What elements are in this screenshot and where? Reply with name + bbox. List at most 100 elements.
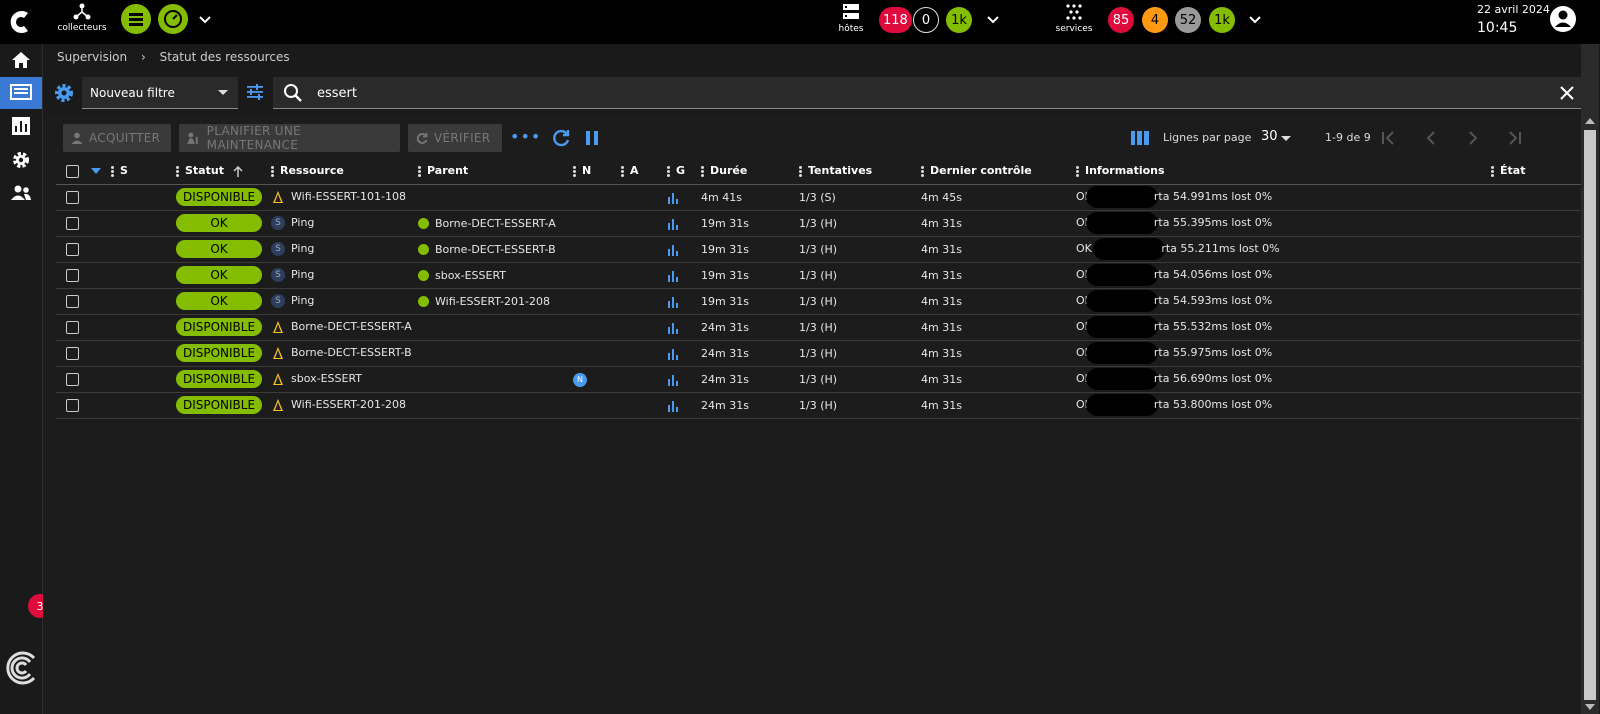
- resource-cell[interactable]: S Ping: [271, 262, 418, 289]
- notes-cell[interactable]: [573, 210, 621, 237]
- filter-settings-gear-icon[interactable]: [53, 82, 75, 104]
- graph-icon[interactable]: [667, 218, 679, 230]
- graph-icon[interactable]: [667, 296, 679, 308]
- search-input[interactable]: [317, 83, 1517, 103]
- breadcrumb-supervision[interactable]: Supervision: [57, 50, 127, 64]
- parent-cell[interactable]: [418, 314, 573, 341]
- sort-ascending-icon[interactable]: [233, 165, 243, 177]
- rows-per-page-select[interactable]: 30: [1261, 129, 1278, 144]
- graph-cell[interactable]: [667, 210, 701, 237]
- graph-icon[interactable]: [667, 244, 679, 256]
- column-header-state[interactable]: État: [1491, 158, 1584, 185]
- table-row[interactable]: DISPONIBLE Wifi-ESSERT-101-108 4m 41s 1/3 (…: [56, 184, 1584, 211]
- column-header-status[interactable]: Statut: [176, 158, 271, 185]
- column-header-last-check[interactable]: Dernier contrôle: [921, 158, 1076, 185]
- select-all-checkbox[interactable]: [66, 164, 79, 178]
- resource-cell[interactable]: Wifi-ESSERT-201-208: [271, 392, 418, 419]
- filter-select[interactable]: Nouveau filtre: [82, 77, 238, 109]
- parent-cell[interactable]: [418, 366, 573, 393]
- graph-cell[interactable]: [667, 340, 701, 367]
- parent-cell[interactable]: Borne-DECT-ESSERT-A: [418, 210, 573, 237]
- notes-cell[interactable]: [573, 262, 621, 289]
- resource-cell[interactable]: S Ping: [271, 210, 418, 237]
- column-drag-handle-icon[interactable]: [573, 165, 576, 178]
- column-header-information[interactable]: Informations: [1076, 158, 1491, 185]
- select-caret-icon[interactable]: [90, 168, 101, 174]
- row-select-cell[interactable]: [56, 236, 111, 263]
- graph-cell[interactable]: [667, 262, 701, 289]
- column-drag-handle-icon[interactable]: [111, 165, 114, 178]
- column-drag-handle-icon[interactable]: [271, 165, 274, 178]
- last-page-icon[interactable]: [1504, 127, 1526, 149]
- row-select-cell[interactable]: [56, 340, 111, 367]
- table-row[interactable]: OK S Ping Wifi-ESSERT-201-208 19m 31s 1/3 (H)…: [56, 288, 1584, 315]
- row-checkbox[interactable]: [66, 268, 79, 282]
- row-select-cell[interactable]: [56, 314, 111, 341]
- resource-cell[interactable]: Wifi-ESSERT-101-108: [271, 184, 418, 211]
- graph-icon[interactable]: [667, 374, 679, 386]
- row-checkbox[interactable]: [66, 346, 79, 360]
- row-checkbox[interactable]: [66, 294, 79, 308]
- parent-cell[interactable]: [418, 184, 573, 211]
- resource-cell[interactable]: Borne-DECT-ESSERT-A: [271, 314, 418, 341]
- scrollbar-thumb[interactable]: [1584, 130, 1596, 700]
- column-selector-icon[interactable]: [1131, 130, 1149, 146]
- tune-filter-icon[interactable]: [246, 83, 264, 101]
- row-checkbox[interactable]: [66, 190, 79, 204]
- hosts-down-badge[interactable]: 118: [879, 7, 912, 33]
- refresh-icon[interactable]: [551, 128, 571, 148]
- sidebar-item-reporting[interactable]: [0, 110, 42, 142]
- parent-cell[interactable]: [418, 340, 573, 367]
- column-header-tries[interactable]: Tentatives: [799, 158, 921, 185]
- column-header-a[interactable]: A: [621, 158, 667, 185]
- services-unknown-badge[interactable]: 52: [1175, 7, 1201, 33]
- table-row[interactable]: OK S Ping Borne-DECT-ESSERT-B 19m 31s 1/3 (H)…: [56, 236, 1584, 263]
- collectors-button[interactable]: collecteurs: [52, 3, 112, 33]
- row-checkbox[interactable]: [66, 216, 79, 230]
- row-select-cell[interactable]: [56, 392, 111, 419]
- latency-status-button[interactable]: [158, 4, 188, 34]
- column-header-g[interactable]: G: [667, 158, 701, 185]
- column-header-parent[interactable]: Parent: [418, 158, 573, 185]
- column-drag-handle-icon[interactable]: [176, 165, 179, 178]
- centreon-brand-icon[interactable]: [4, 650, 40, 686]
- column-header-n[interactable]: N: [573, 158, 621, 185]
- row-select-cell[interactable]: [56, 366, 111, 393]
- graph-cell[interactable]: [667, 236, 701, 263]
- notes-cell[interactable]: [573, 314, 621, 341]
- resource-cell[interactable]: Borne-DECT-ESSERT-B: [271, 340, 418, 367]
- column-drag-handle-icon[interactable]: [1491, 165, 1494, 178]
- services-critical-badge[interactable]: 85: [1108, 7, 1134, 33]
- row-checkbox[interactable]: [66, 398, 79, 412]
- sidebar-item-monitoring[interactable]: [0, 77, 42, 109]
- column-drag-handle-icon[interactable]: [1076, 165, 1079, 178]
- table-row[interactable]: OK S Ping Borne-DECT-ESSERT-A 19m 31s 1/3 (H)…: [56, 210, 1584, 237]
- resource-cell[interactable]: S Ping: [271, 236, 418, 263]
- table-row[interactable]: DISPONIBLE Borne-DECT-ESSERT-B 24m 31s 1/3 …: [56, 340, 1584, 367]
- column-drag-handle-icon[interactable]: [921, 165, 924, 178]
- rows-per-page-caret-icon[interactable]: [1281, 136, 1291, 141]
- centreon-logo[interactable]: [6, 7, 36, 37]
- notes-cell[interactable]: [573, 392, 621, 419]
- clear-search-icon[interactable]: [1559, 85, 1575, 101]
- graph-cell[interactable]: [667, 184, 701, 211]
- graph-cell[interactable]: [667, 366, 701, 393]
- graph-icon[interactable]: [667, 270, 679, 282]
- row-checkbox[interactable]: [66, 242, 79, 256]
- column-drag-handle-icon[interactable]: [701, 165, 704, 178]
- table-row[interactable]: DISPONIBLE Wifi-ESSERT-201-208 24m 31s 1/3 …: [56, 392, 1584, 419]
- parent-cell[interactable]: [418, 392, 573, 419]
- select-all-header[interactable]: [56, 158, 111, 185]
- resource-cell[interactable]: sbox-ESSERT: [271, 366, 418, 393]
- graph-cell[interactable]: [667, 392, 701, 419]
- scroll-up-arrow-icon[interactable]: [1585, 118, 1595, 124]
- column-drag-handle-icon[interactable]: [667, 165, 670, 178]
- acknowledge-button[interactable]: ACQUITTER: [63, 124, 171, 152]
- row-select-cell[interactable]: [56, 184, 111, 211]
- notes-cell[interactable]: [573, 236, 621, 263]
- scroll-down-arrow-icon[interactable]: [1585, 704, 1595, 710]
- first-page-icon[interactable]: [1377, 127, 1399, 149]
- notes-cell[interactable]: [573, 184, 621, 211]
- notes-cell[interactable]: N: [573, 366, 621, 393]
- graph-cell[interactable]: [667, 288, 701, 315]
